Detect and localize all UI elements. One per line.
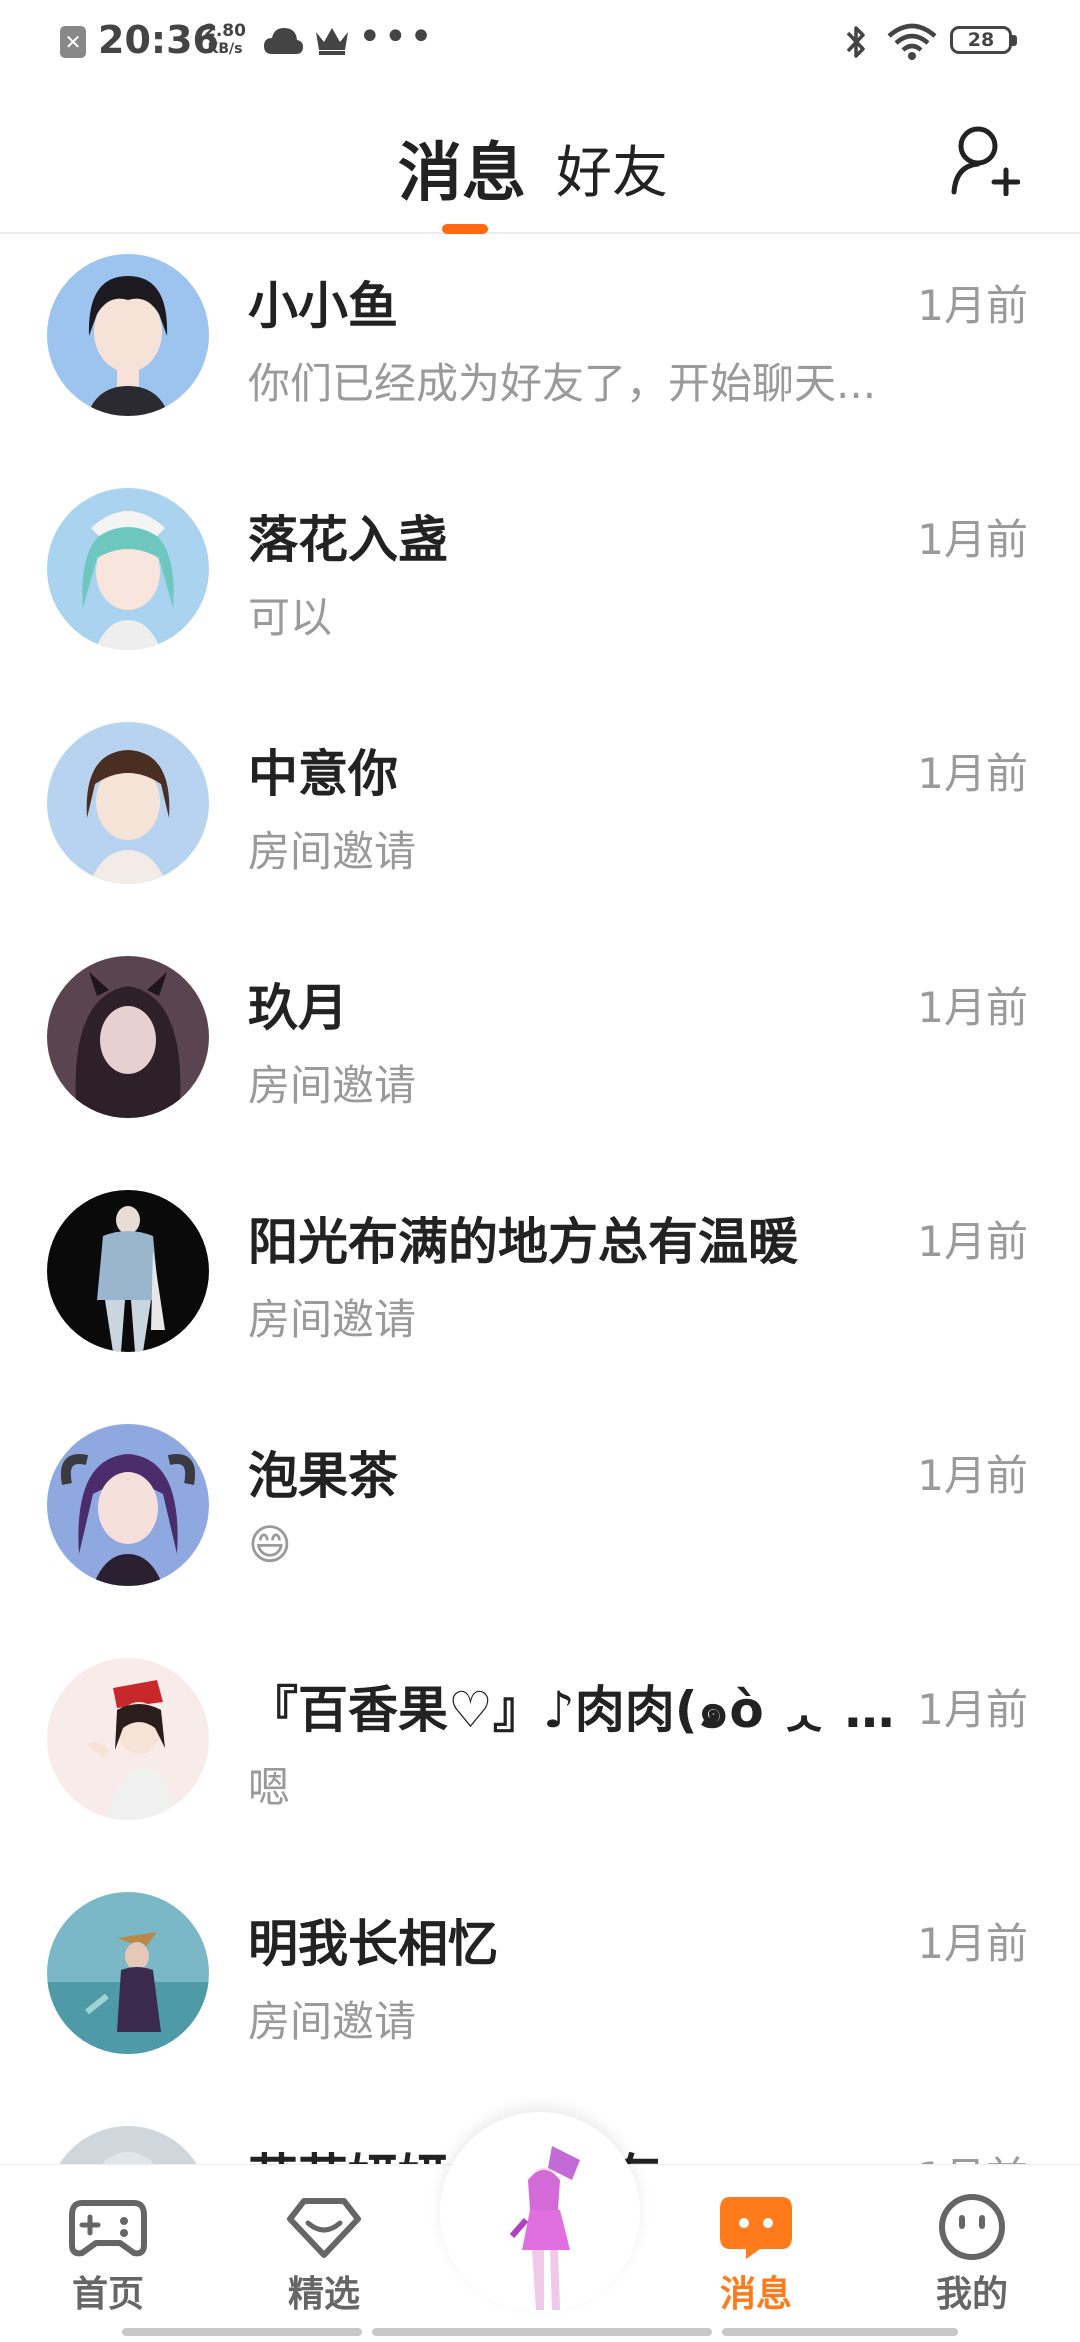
gamepad-icon [69,2200,147,2257]
nav-messages[interactable]: 消息 [686,2193,826,2317]
avatar [47,956,209,1118]
battery-level: 28 [967,29,995,51]
add-friend-icon[interactable] [950,124,1020,196]
conversation-row[interactable]: 小小鱼 你们已经成为好友了，开始聊天... 1月前 [0,236,1080,470]
status-bar: ✕ 20:36 2.80 KB/s ••• 28 [0,0,1080,84]
active-tab-indicator [442,224,488,234]
contact-name: 小小鱼 [248,277,398,335]
conversation-row[interactable]: 泡果茶 😄 1月前 [0,1406,1080,1640]
network-speed-unit: KB/s [207,41,243,57]
message-preview: 房间邀请 [248,827,417,876]
battery-indicator: 28 [950,26,1020,56]
tab-friends[interactable]: 好友 [556,128,668,209]
notification-x-icon: ✕ [60,26,86,58]
character-avatar-icon[interactable] [492,2140,602,2320]
contact-name: 明我长相忆 [248,1915,498,1973]
crown-icon [316,28,348,55]
gesture-bar-segment [722,2328,958,2336]
conversation-row[interactable]: 玖月 房间邀请 1月前 [0,938,1080,1172]
message-time: 1月前 [917,1217,1028,1266]
message-time: 1月前 [917,515,1028,564]
gesture-bar-segment [372,2328,712,2336]
smiley-face-icon [939,2194,1005,2260]
message-time: 1月前 [917,983,1028,1032]
tab-messages[interactable]: 消息 [398,122,526,214]
nav-messages-label: 消息 [719,2274,792,2315]
bluetooth-icon [846,26,865,58]
nav-home[interactable]: 首页 [38,2193,178,2317]
contact-name: 泡果茶 [248,1447,398,1505]
contact-name: 落花入盏 [248,511,448,569]
conversation-row[interactable]: 『百香果♡』♪肉肉(๑ò ᆺ ó๑) 嗯 1月前 [0,1640,1080,1874]
nav-featured-label: 精选 [287,2274,360,2315]
message-preview: 😄 [248,1520,292,1569]
message-preview: 可以 [248,593,333,642]
status-time: 20:36 [98,18,219,62]
chat-bubble-icon [720,2197,792,2259]
message-preview: 嗯 [248,1763,291,1812]
avatar [47,488,209,650]
message-time: 1月前 [917,1685,1028,1734]
network-speed: 2.80 KB/s [204,22,246,58]
message-preview: 房间邀请 [248,1997,417,2046]
cloud-icon [264,28,303,54]
message-time: 1月前 [917,1451,1028,1500]
contact-name: 阳光布满的地方总有温暖 [248,1213,798,1271]
avatar [47,1658,209,1820]
avatar [47,1424,209,1586]
avatar [47,1190,209,1352]
gesture-bar-segment [122,2328,362,2336]
message-preview: 房间邀请 [248,1061,417,1110]
diamond-heart-icon [287,2198,361,2258]
nav-featured[interactable]: 精选 [254,2193,394,2317]
message-time: 1月前 [917,1919,1028,1968]
contact-name: 『百香果♡』♪肉肉(๑ò ᆺ ó๑) [248,1681,898,1739]
conversation-row[interactable]: 中意你 房间邀请 1月前 [0,704,1080,938]
wifi-icon [887,23,937,60]
contact-name: 玖月 [248,979,348,1037]
message-preview: 房间邀请 [248,1295,417,1344]
nav-home-label: 首页 [71,2274,144,2315]
nav-mine-label: 我的 [935,2274,1008,2315]
message-preview: 你们已经成为好友了，开始聊天... [248,359,877,408]
avatar [47,1892,209,2054]
top-header: 消息 好友 [0,84,1080,234]
conversation-row[interactable]: 明我长相忆 房间邀请 1月前 [0,1874,1080,2108]
message-time: 1月前 [917,281,1028,330]
avatar [47,254,209,416]
contact-name: 中意你 [248,745,398,803]
more-status-icon: ••• [358,14,435,60]
network-speed-value: 2.80 [204,21,246,41]
nav-mine[interactable]: 我的 [902,2193,1042,2317]
conversation-row[interactable]: 落花入盏 可以 1月前 [0,470,1080,704]
conversation-row[interactable]: 阳光布满的地方总有温暖 房间邀请 1月前 [0,1172,1080,1406]
message-time: 1月前 [917,749,1028,798]
avatar [47,722,209,884]
